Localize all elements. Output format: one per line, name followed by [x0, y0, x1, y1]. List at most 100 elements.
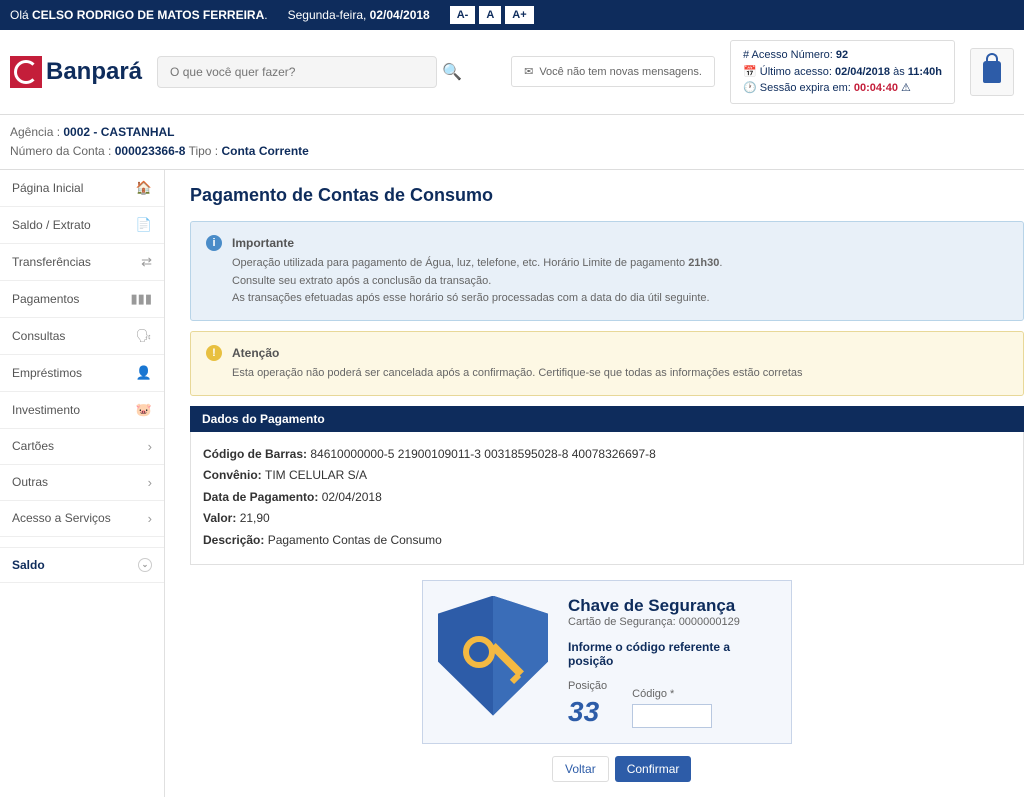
payment-date-label: Data de Pagamento:	[203, 490, 322, 504]
chevron-right-icon: ›	[148, 475, 152, 490]
calendar-icon: 📅	[743, 66, 760, 78]
header-row: Banpará 🔍 ✉ Você não tem novas mensagens…	[0, 30, 1024, 115]
sidebar-item-balance[interactable]: Saldo / Extrato 📄	[0, 207, 164, 244]
security-title: Chave de Segurança	[568, 596, 776, 616]
code-group: Código *	[632, 688, 712, 728]
security-instruction: Informe o código referente a posição	[568, 640, 776, 668]
account-info: Agência : 0002 - CASTANHAL Número da Con…	[0, 115, 1024, 170]
barcode-value: 84610000000-5 21900109011-3 00318595028-…	[310, 447, 655, 461]
font-decrease-button[interactable]: A-	[450, 6, 476, 24]
chevron-right-icon: ›	[148, 439, 152, 454]
sidebar-item-label: Empréstimos	[12, 366, 82, 380]
code-label: Código *	[632, 688, 712, 700]
messages-box[interactable]: ✉ Você não tem novas mensagens.	[511, 56, 715, 87]
last-access-time: 11:40h	[908, 66, 942, 78]
chevron-down-icon: ⌄	[138, 558, 152, 572]
sidebar-item-loans[interactable]: Empréstimos 👤	[0, 355, 164, 392]
sidebar-item-label: Cartões	[12, 439, 54, 453]
date-value: 02/04/2018	[370, 8, 430, 22]
main-layout: Página Inicial 🏠 Saldo / Extrato 📄 Transfe…	[0, 170, 1024, 797]
sidebar-item-queries[interactable]: Consultas🗣	[0, 318, 164, 355]
code-input[interactable]	[632, 704, 712, 728]
sidebar-item-label: Investimento	[12, 403, 80, 417]
account-type: Conta Corrente	[221, 144, 308, 158]
barcode-label: Código de Barras:	[203, 447, 310, 461]
access-number-label: # Acesso Número:	[743, 49, 836, 61]
sidebar-item-label: Acesso a Serviços	[12, 511, 111, 525]
confirm-button[interactable]: Confirmar	[615, 756, 692, 782]
account-type-label: Tipo :	[185, 144, 221, 158]
logo[interactable]: Banpará	[10, 56, 142, 88]
logo-text: Banpará	[46, 58, 142, 86]
envelope-icon: ✉	[524, 65, 533, 78]
piggy-icon: 🐷	[136, 402, 152, 418]
position-label: Posição	[568, 680, 607, 692]
agency-label: Agência :	[10, 125, 63, 139]
sidebar-saldo-toggle[interactable]: Saldo ⌄	[0, 547, 164, 583]
alert-warning: ! Atenção Esta operação não poderá ser c…	[190, 331, 1024, 396]
position-value: 33	[568, 696, 607, 728]
convenio-value: TIM CELULAR S/A	[265, 468, 367, 482]
warning-icon: ⚠	[901, 82, 911, 94]
card-number: 0000000129	[679, 616, 740, 628]
description-value: Pagamento Contas de Consumo	[268, 533, 442, 547]
payment-section-header: Dados do Pagamento	[190, 406, 1024, 432]
font-increase-button[interactable]: A+	[505, 6, 533, 24]
security-wrap: Chave de Segurança Cartão de Segurança: …	[190, 580, 1024, 782]
lock-box[interactable]	[970, 48, 1014, 96]
expires-label: Sessão expira em:	[760, 82, 854, 94]
access-number: 92	[836, 49, 848, 61]
info-icon: i	[206, 235, 222, 251]
alert-warning-text: Esta operação não poderá ser cancelada a…	[232, 365, 803, 383]
security-fields: Posição 33 Código *	[568, 680, 776, 728]
position-group: Posição 33	[568, 680, 607, 728]
sidebar-item-label: Outras	[12, 475, 48, 489]
sidebar-item-transfers[interactable]: Transferências⇄	[0, 244, 164, 281]
top-bar: Olá CELSO RODRIGO DE MATOS FERREIRA. Seg…	[0, 0, 1024, 30]
account-number: 000023366-8	[115, 144, 186, 158]
clock-icon: 🕐	[743, 82, 760, 94]
value-label: Valor:	[203, 511, 240, 525]
alert-info-line1b: 21h30	[688, 257, 719, 269]
last-access-sep: às	[890, 66, 908, 78]
barcode-icon: ▮▮▮	[131, 291, 152, 307]
font-normal-button[interactable]: A	[479, 6, 501, 24]
alert-info-line1c: .	[719, 257, 722, 269]
content: Pagamento de Contas de Consumo i Importa…	[165, 170, 1024, 797]
logo-icon	[10, 56, 42, 88]
sidebar-item-investments[interactable]: Investimento 🐷	[0, 392, 164, 429]
sidebar-item-others[interactable]: Outras ›	[0, 465, 164, 501]
access-info: # Acesso Número: 92 📅 Último acesso: 02/…	[730, 40, 955, 104]
search-input[interactable]	[157, 56, 437, 88]
last-access-date: 02/04/2018	[835, 66, 890, 78]
home-icon: 🏠	[136, 180, 152, 196]
sidebar-item-label: Saldo / Extrato	[12, 218, 91, 232]
sidebar-item-payments[interactable]: Pagamentos ▮▮▮	[0, 281, 164, 318]
alert-info-title: Importante	[232, 234, 722, 253]
account-number-label: Número da Conta :	[10, 144, 115, 158]
chevron-right-icon: ›	[148, 511, 152, 526]
back-button[interactable]: Voltar	[552, 756, 609, 782]
warning-triangle-icon: !	[206, 345, 222, 361]
saldo-label: Saldo	[12, 558, 45, 572]
sidebar-item-label: Consultas	[12, 329, 65, 343]
sidebar-item-cards[interactable]: Cartões ›	[0, 429, 164, 465]
loan-icon: 👤	[136, 365, 152, 381]
document-icon: 📄	[136, 217, 152, 233]
shield-key-icon	[438, 596, 548, 716]
value-amount: 21,90	[240, 511, 270, 525]
payment-date-value: 02/04/2018	[322, 490, 382, 504]
sidebar-item-label: Pagamentos	[12, 292, 79, 306]
alert-info: i Importante Operação utilizada para pag…	[190, 221, 1024, 321]
greeting: Olá CELSO RODRIGO DE MATOS FERREIRA.	[10, 8, 268, 22]
alert-info-line3: As transações efetuadas após esse horári…	[232, 290, 722, 308]
alert-info-line1a: Operação utilizada para pagamento de Águ…	[232, 257, 688, 269]
search-icon[interactable]: 🔍	[442, 62, 462, 82]
page-title: Pagamento de Contas de Consumo	[190, 185, 1024, 206]
payment-details: Código de Barras: 84610000000-5 21900109…	[190, 432, 1024, 565]
lock-icon	[983, 61, 1001, 83]
sidebar-item-services[interactable]: Acesso a Serviços ›	[0, 501, 164, 537]
sidebar-item-label: Página Inicial	[12, 181, 83, 195]
sidebar-item-home[interactable]: Página Inicial 🏠	[0, 170, 164, 207]
security-subtitle: Cartão de Segurança: 0000000129	[568, 616, 776, 628]
